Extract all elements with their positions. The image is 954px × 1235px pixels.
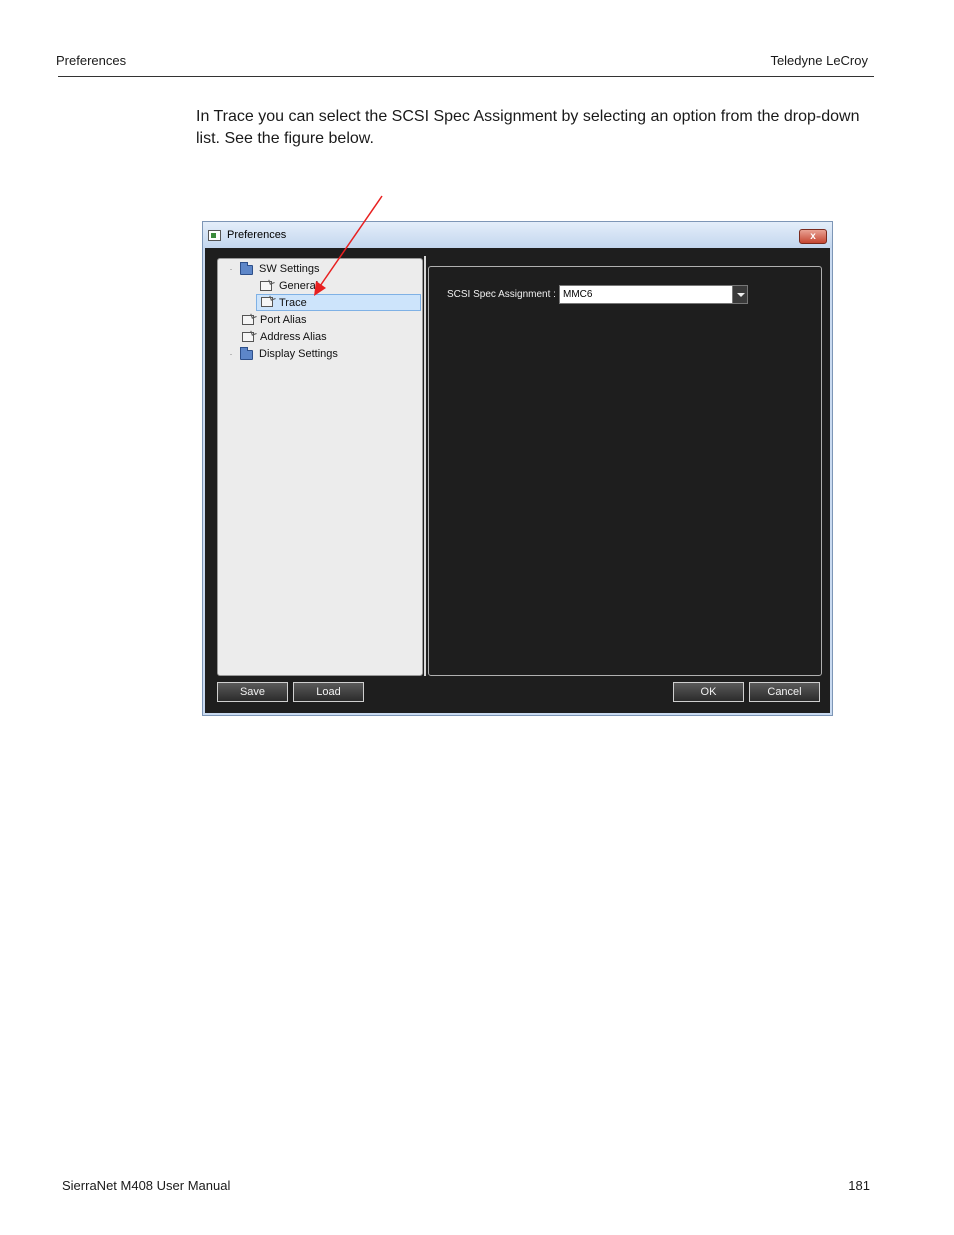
cancel-button[interactable]: Cancel [749,682,820,702]
settings-page-icon [260,281,272,291]
tree-item-label: Port Alias [260,314,307,326]
close-button[interactable]: x [799,229,827,244]
footer-manual-title: SierraNet M408 User Manual [62,1178,231,1193]
page-header-section: Preferences [56,53,127,68]
settings-page-icon [242,332,254,342]
tree-item-label: General [279,280,319,292]
save-button[interactable]: Save [217,682,288,702]
tree-item-sw-settings[interactable]: · SW Settings [226,261,396,278]
header-divider [58,76,874,77]
intro-paragraph: In Trace you can select the SCSI Spec As… [196,108,860,147]
scsi-spec-assignment-dropdown[interactable]: MMC6 [559,285,748,304]
scsi-spec-assignment-label: SCSI Spec Assignment : [447,289,556,300]
footer-page-number: 181 [848,1178,870,1193]
dialog-client-area: · SW Settings General Trace Port Alias A… [205,248,830,713]
dropdown-value: MMC6 [563,289,593,300]
tree-item-label: Trace [279,297,307,309]
settings-page-icon [242,315,254,325]
app-window-icon [208,230,221,241]
tree-item-general[interactable]: General [256,278,396,295]
page-header-company: Teledyne LeCroy [770,53,868,68]
tree-item-port-alias[interactable]: Port Alias [238,312,388,329]
folder-icon [240,347,253,360]
settings-page-icon [261,297,273,307]
tree-expander[interactable]: · [226,346,236,362]
tree-expander[interactable]: · [226,261,236,277]
tree-item-trace[interactable]: Trace [256,294,421,311]
trace-settings-pane: SCSI Spec Assignment : MMC6 [428,266,822,676]
chevron-down-icon[interactable] [732,286,747,303]
tree-item-label: SW Settings [259,263,320,275]
folder-icon [240,262,253,275]
pane-splitter[interactable] [424,256,426,676]
dialog-title: Preferences [227,229,287,241]
tree-item-display-settings[interactable]: · Display Settings [226,346,396,363]
settings-tree: · SW Settings General Trace Port Alias A… [217,258,423,676]
preferences-dialog: Preferences x · SW Settings General Trac… [202,221,833,716]
tree-item-label: Display Settings [259,348,338,360]
ok-button[interactable]: OK [673,682,744,702]
dialog-titlebar[interactable]: Preferences x [203,222,832,248]
tree-item-label: Address Alias [260,331,327,343]
tree-item-address-alias[interactable]: Address Alias [238,329,388,346]
load-button[interactable]: Load [293,682,364,702]
